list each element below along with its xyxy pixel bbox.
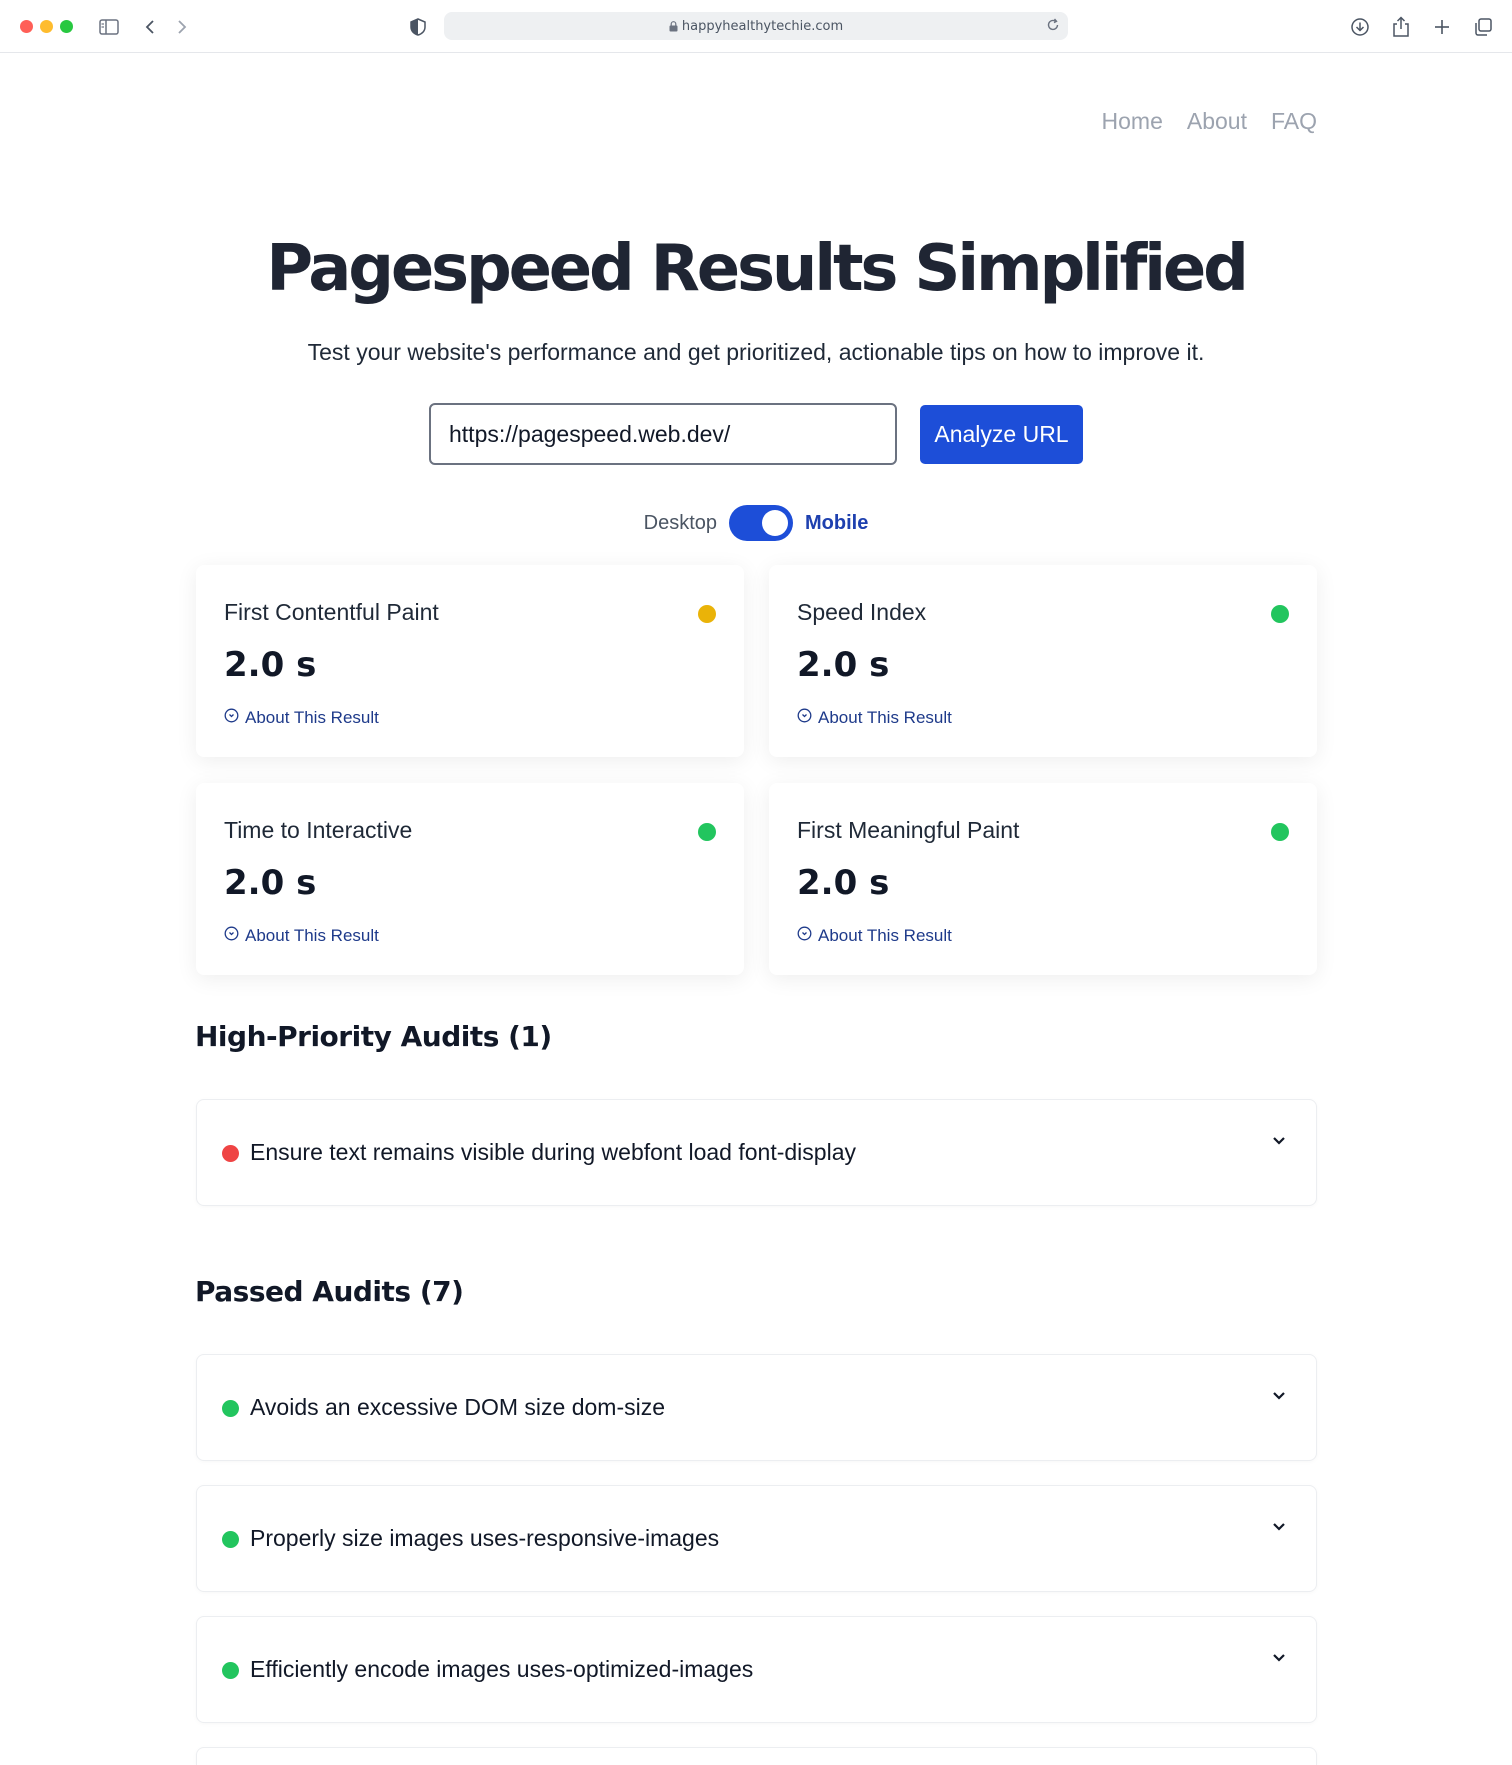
info-icon [224,926,239,946]
metric-name: First Contentful Paint [224,599,439,625]
download-icon[interactable] [1347,14,1373,40]
metric-card: Speed Index 2.0 s About This Result [769,565,1317,757]
about-result-link[interactable]: About This Result [224,708,379,728]
page-title: Pagespeed Results Simplified [266,232,1249,306]
status-dot [222,1400,239,1417]
device-switch[interactable] [729,505,794,541]
mobile-label[interactable]: Mobile [805,512,868,535]
lock-icon [669,20,678,32]
audit-title: Properly size images uses-responsive-ima… [250,1525,720,1551]
metric-value: 2.0 s [797,863,890,903]
zoom-window-button[interactable] [60,20,73,33]
chevron-down-icon[interactable] [1272,1391,1286,1401]
metric-name: Time to Interactive [224,817,413,843]
metric-value: 2.0 s [797,645,890,685]
status-dot [222,1145,239,1162]
desktop-label[interactable]: Desktop [644,512,717,535]
metric-card: Time to Interactive 2.0 s About This Res… [196,783,744,975]
back-icon[interactable] [137,14,163,40]
metric-card: First Meaningful Paint 2.0 s About This … [769,783,1317,975]
chevron-down-icon[interactable] [1272,1136,1286,1146]
analyze-url-button[interactable]: Analyze URL [920,405,1083,464]
passed-audits-heading: Passed Audits (7) [195,1275,464,1308]
info-icon [224,708,239,728]
share-icon[interactable] [1388,14,1414,40]
audit-title: Efficiently encode images uses-optimized… [250,1656,754,1682]
forward-icon[interactable] [169,14,195,40]
nav-faq-link[interactable]: FAQ [1271,108,1317,135]
reload-icon[interactable] [1046,18,1060,32]
url-input[interactable] [429,403,897,465]
metric-value: 2.0 s [224,863,317,903]
info-icon [797,708,812,728]
about-result-label: About This Result [245,926,379,945]
browser-toolbar: happyhealthytechie.com [0,0,1512,53]
high-priority-heading: High-Priority Audits (1) [195,1020,552,1053]
nav-home-link[interactable]: Home [1102,108,1163,135]
new-tab-icon[interactable] [1429,14,1455,40]
about-result-label: About This Result [818,708,952,727]
audit-item-partial[interactable] [196,1747,1317,1765]
audit-item[interactable]: Avoids an excessive DOM size dom-size [196,1354,1317,1461]
about-result-link[interactable]: About This Result [224,926,379,946]
audit-title: Ensure text remains visible during webfo… [250,1139,856,1165]
audit-item[interactable]: Properly size images uses-responsive-ima… [196,1485,1317,1592]
nav-about-link[interactable]: About [1187,108,1247,135]
about-result-label: About This Result [818,926,952,945]
address-bar[interactable]: happyhealthytechie.com [444,12,1068,40]
chevron-down-icon[interactable] [1272,1653,1286,1663]
minimize-window-button[interactable] [40,20,53,33]
metric-card: First Contentful Paint 2.0 s About This … [196,565,744,757]
metric-name: First Meaningful Paint [797,817,1020,843]
status-dot [222,1531,239,1548]
status-dot [1271,605,1289,623]
audit-title: Avoids an excessive DOM size dom-size [250,1394,665,1420]
metric-name: Speed Index [797,599,927,625]
status-dot [1271,823,1289,841]
device-toggle: Desktop Mobile [0,505,1512,541]
about-result-link[interactable]: About This Result [797,926,952,946]
audit-item[interactable]: Efficiently encode images uses-optimized… [196,1616,1317,1723]
about-result-label: About This Result [245,708,379,727]
info-icon [797,926,812,946]
tabs-overview-icon[interactable] [1470,14,1496,40]
chevron-down-icon[interactable] [1272,1522,1286,1532]
site-nav: Home About FAQ [1102,108,1317,135]
shield-icon[interactable] [405,14,431,40]
status-dot [698,823,716,841]
audit-item[interactable]: Ensure text remains visible during webfo… [196,1099,1317,1206]
sidebar-icon[interactable] [96,14,122,40]
address-text: happyhealthytechie.com [681,18,844,34]
page-subtitle: Test your website's performance and get … [307,339,1205,365]
about-result-link[interactable]: About This Result [797,708,952,728]
switch-knob [762,510,789,536]
close-window-button[interactable] [20,20,33,33]
metric-value: 2.0 s [224,645,317,685]
status-dot [222,1662,239,1679]
status-dot [698,605,716,623]
